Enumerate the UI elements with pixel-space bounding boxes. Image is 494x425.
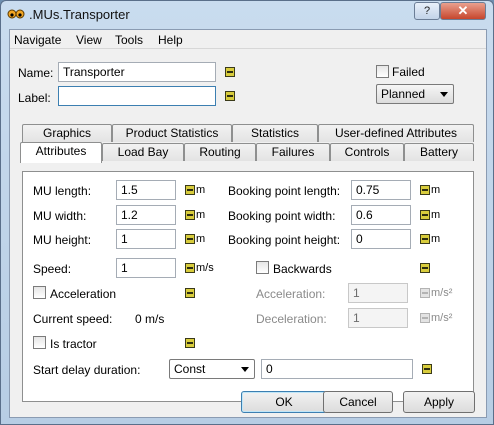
bp-length-unit: m xyxy=(431,184,441,196)
menu-navigate[interactable]: Navigate xyxy=(14,33,61,47)
is-tractor-inherit-icon[interactable] xyxy=(185,338,195,348)
mu-width-inherit-icon[interactable] xyxy=(185,210,195,220)
mu-length-unit: m xyxy=(196,184,206,196)
title-bar[interactable]: .MUs.Transporter ? ✕ xyxy=(1,1,493,29)
acceleration-value-inherit-icon xyxy=(420,288,430,298)
start-delay-type-select[interactable]: Const xyxy=(169,359,255,379)
bp-height-label: Booking point height: xyxy=(228,233,341,247)
deceleration-label: Deceleration: xyxy=(256,312,327,326)
app-eyes-icon xyxy=(7,9,25,19)
mu-length-input[interactable]: 1.5 xyxy=(116,180,176,200)
tab-statistics[interactable]: Statistics xyxy=(232,124,318,142)
mu-height-input[interactable]: 1 xyxy=(116,229,176,249)
is-tractor-label: Is tractor xyxy=(50,337,97,351)
name-input[interactable]: Transporter xyxy=(58,62,216,82)
speed-unit: m/s xyxy=(196,262,214,274)
speed-input[interactable]: 1 xyxy=(116,258,176,278)
bp-width-input[interactable]: 0.6 xyxy=(351,205,411,225)
tab-battery[interactable]: Battery xyxy=(404,143,474,161)
dialog-client: Navigate View Tools Help Name: Transport… xyxy=(9,29,487,418)
speed-label: Speed: xyxy=(33,262,72,276)
label-input[interactable] xyxy=(58,86,216,106)
failed-label: Failed xyxy=(392,65,425,79)
acceleration-checkbox[interactable] xyxy=(33,286,46,299)
bp-width-unit: m xyxy=(431,209,441,221)
label-inherit-icon[interactable] xyxy=(225,91,235,101)
acceleration-inherit-icon[interactable] xyxy=(185,288,195,298)
tab-graphics[interactable]: Graphics xyxy=(22,124,112,142)
tab-failures[interactable]: Failures xyxy=(256,143,330,161)
bp-length-inherit-icon[interactable] xyxy=(420,185,430,195)
chevron-down-icon xyxy=(241,367,249,372)
mu-length-inherit-icon[interactable] xyxy=(185,185,195,195)
menu-bar: Navigate View Tools Help xyxy=(10,30,486,49)
tab-load-bay[interactable]: Load Bay xyxy=(102,143,184,161)
bp-height-inherit-icon[interactable] xyxy=(420,234,430,244)
mu-width-label: MU width: xyxy=(33,209,87,223)
menu-view[interactable]: View xyxy=(76,33,102,47)
bp-length-input[interactable]: 0.75 xyxy=(351,180,411,200)
tab-routing[interactable]: Routing xyxy=(184,143,256,161)
tab-user-defined-attributes[interactable]: User-defined Attributes xyxy=(318,124,474,142)
attributes-panel: MU length: 1.5 m MU width: 1.2 m MU heig… xyxy=(22,171,474,402)
bp-height-input[interactable]: 0 xyxy=(351,229,411,249)
acceleration-unit: m/s² xyxy=(431,287,453,299)
close-button[interactable]: ✕ xyxy=(440,2,486,20)
cancel-button[interactable]: Cancel xyxy=(323,391,393,413)
bp-height-unit: m xyxy=(431,233,441,245)
ok-button[interactable]: OK xyxy=(241,391,327,413)
deceleration-inherit-icon xyxy=(420,313,430,323)
deceleration-unit: m/s² xyxy=(431,312,453,324)
acceleration-label: Acceleration: xyxy=(256,287,326,301)
deceleration-input[interactable]: 1 xyxy=(348,308,408,328)
mu-width-input[interactable]: 1.2 xyxy=(116,205,176,225)
speed-inherit-icon[interactable] xyxy=(185,263,195,273)
apply-button[interactable]: Apply xyxy=(403,391,475,413)
tab-controls[interactable]: Controls xyxy=(330,143,404,161)
chevron-down-icon xyxy=(440,92,448,97)
mu-width-unit: m xyxy=(196,209,206,221)
start-delay-label: Start delay duration: xyxy=(33,363,141,377)
mu-height-inherit-icon[interactable] xyxy=(185,234,195,244)
bp-width-inherit-icon[interactable] xyxy=(420,210,430,220)
dialog-window: .MUs.Transporter ? ✕ Navigate View Tools… xyxy=(0,0,494,425)
tab-product-statistics[interactable]: Product Statistics xyxy=(112,124,232,142)
menu-help[interactable]: Help xyxy=(158,33,183,47)
mu-height-unit: m xyxy=(196,233,206,245)
mu-length-label: MU length: xyxy=(33,184,92,198)
acceleration-check-label: Acceleration xyxy=(50,287,117,301)
start-delay-input[interactable]: 0 xyxy=(261,359,413,379)
help-button[interactable]: ? xyxy=(414,2,440,20)
acceleration-input[interactable]: 1 xyxy=(348,283,408,303)
name-label: Name: xyxy=(18,66,54,80)
backwards-label: Backwards xyxy=(273,262,332,276)
backwards-inherit-icon[interactable] xyxy=(420,263,430,273)
current-speed-value: 0 m/s xyxy=(135,312,165,326)
menu-tools[interactable]: Tools xyxy=(115,33,143,47)
bp-length-label: Booking point length: xyxy=(228,184,341,198)
start-delay-inherit-icon[interactable] xyxy=(422,364,432,374)
is-tractor-checkbox[interactable] xyxy=(33,336,46,349)
failed-checkbox[interactable] xyxy=(376,65,389,78)
bp-width-label: Booking point width: xyxy=(228,209,336,223)
status-select[interactable]: Planned xyxy=(376,84,454,104)
tab-attributes[interactable]: Attributes xyxy=(20,142,102,163)
mu-height-label: MU height: xyxy=(33,233,92,247)
status-select-value: Planned xyxy=(381,87,426,101)
backwards-checkbox[interactable] xyxy=(256,261,269,274)
label-label: Label: xyxy=(18,91,51,105)
name-inherit-icon[interactable] xyxy=(225,67,235,77)
start-delay-type-value: Const xyxy=(174,362,206,376)
current-speed-label: Current speed: xyxy=(33,312,113,326)
window-title: .MUs.Transporter xyxy=(29,7,130,22)
